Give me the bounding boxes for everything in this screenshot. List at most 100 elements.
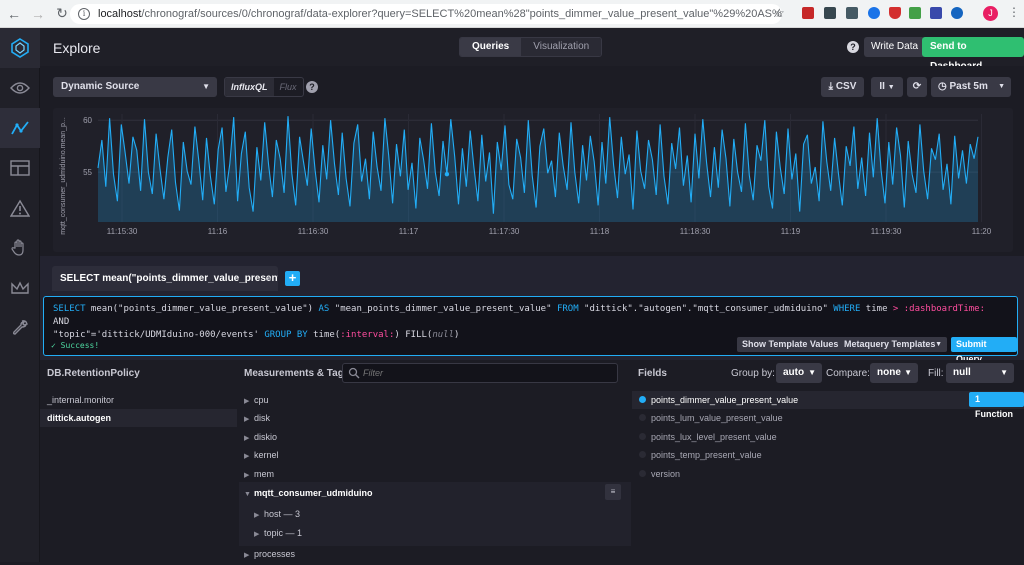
db-item[interactable]: _internal.monitor <box>40 391 237 409</box>
query-template-token: :interval: <box>340 330 395 340</box>
sidebar-item-alerting[interactable] <box>0 188 40 228</box>
measurement-item[interactable]: ▶ diskio <box>244 428 277 446</box>
field-checkbox[interactable] <box>639 396 646 403</box>
extension-icon[interactable] <box>889 7 901 19</box>
help-icon[interactable]: ? <box>847 41 859 53</box>
metaquery-templates-dropdown[interactable]: Metaquery Templates ▼ <box>839 337 947 352</box>
field-item[interactable]: points_temp_present_value <box>638 446 762 464</box>
field-label: points_temp_present_value <box>651 450 762 460</box>
field-label: points_dimmer_value_present_value <box>651 395 799 405</box>
compare-dropdown[interactable]: none ▼ <box>870 363 918 383</box>
extension-icon[interactable] <box>868 7 880 19</box>
reload-icon[interactable]: ↻ <box>52 5 72 22</box>
graph-icon <box>11 121 29 135</box>
extension-icon[interactable] <box>824 7 836 19</box>
address-bar[interactable]: i localhost/chronograf/sources/0/chronog… <box>70 4 782 24</box>
fill-dropdown[interactable]: null ▼ <box>946 363 1014 383</box>
query-token: GROUP BY <box>264 330 308 340</box>
query-editor[interactable]: SELECT mean("points_dimmer_value_present… <box>43 296 1018 364</box>
sidebar <box>0 28 40 562</box>
measurement-options-button[interactable]: ≡ <box>605 484 621 500</box>
close-icon[interactable]: × <box>266 274 271 284</box>
help-icon[interactable]: ? <box>306 81 318 93</box>
y-tick-label: 55 <box>83 168 92 177</box>
sidebar-item-admin[interactable] <box>0 268 40 308</box>
back-icon[interactable]: ← <box>4 6 24 22</box>
measurement-item[interactable]: ▼ mqtt_consumer_udmiduino <box>244 484 373 502</box>
query-tab[interactable]: SELECT mean("points_dimmer_value_present… <box>52 266 278 291</box>
influxql-option[interactable]: InfluxQL <box>225 78 274 96</box>
measurement-item[interactable]: ▶ disk <box>244 409 270 427</box>
field-checkbox[interactable] <box>639 414 646 421</box>
timerange-dropdown[interactable]: ◷ Past 5m ▼ <box>931 77 1011 97</box>
fill-value: null <box>953 367 971 378</box>
sidebar-item-configuration[interactable] <box>0 308 40 348</box>
write-data-button[interactable]: Write Data <box>864 37 926 57</box>
function-button[interactable]: 1 Function <box>969 392 1024 419</box>
query-token: time( <box>307 330 341 340</box>
hover-point <box>444 172 450 177</box>
sidebar-item-logs[interactable] <box>0 228 40 268</box>
measurement-item[interactable]: ▶ processes <box>244 545 295 563</box>
extension-icon[interactable] <box>846 7 858 19</box>
chevron-down-icon: ▼ <box>808 368 816 377</box>
field-item[interactable]: points_lum_value_present_value <box>638 409 783 427</box>
query-template-token: > :dashboardTime: <box>892 304 986 314</box>
field-checkbox[interactable] <box>639 470 646 477</box>
csv-download-button[interactable]: ⤓ CSV <box>821 77 864 97</box>
refresh-button[interactable]: ⟳ <box>907 77 927 97</box>
group-by-label: Group by: <box>731 368 775 379</box>
send-to-dashboard-button[interactable]: Send to Dashboard <box>922 37 1024 72</box>
tag-item[interactable]: ▶ topic — 1 <box>254 524 302 542</box>
measurement-item[interactable]: ▶ cpu <box>244 391 269 409</box>
source-dropdown[interactable]: Dynamic Source ▼ <box>53 77 217 97</box>
tab-queries[interactable]: Queries <box>460 38 522 56</box>
query-token: "dittick"."autogen"."mqtt_consumer_udmid… <box>578 304 834 314</box>
field-item[interactable]: points_dimmer_value_present_value <box>638 391 798 409</box>
y-axis-label: mqtt_consumer_udmiduino.mean_p... <box>60 117 67 235</box>
flux-option[interactable]: Flux <box>274 78 303 96</box>
sidebar-item-explore[interactable] <box>0 108 40 148</box>
sidebar-item-hosts[interactable] <box>0 68 40 108</box>
url-path: /chronograf/sources/0/chronograf/data-ex… <box>141 8 782 20</box>
schema-explorer: DB.RetentionPolicy _internal.monitor dit… <box>40 360 1024 562</box>
submit-query-button[interactable]: Submit Query <box>951 337 1017 364</box>
chevron-down-icon: ▼ <box>1000 368 1008 377</box>
chronograf-logo-icon[interactable] <box>0 28 40 68</box>
source-dropdown-label: Dynamic Source <box>61 81 140 92</box>
tab-visualization[interactable]: Visualization <box>521 38 602 56</box>
query-token: FROM <box>556 304 579 314</box>
extension-icon[interactable] <box>951 7 963 19</box>
browser-menu-icon[interactable]: ⋮ <box>1008 5 1020 19</box>
profile-avatar[interactable]: J <box>983 6 998 21</box>
view-toggle: Queries Visualization <box>459 37 603 57</box>
extension-icon[interactable] <box>909 7 921 19</box>
x-tick-label: 11:18 <box>590 227 610 236</box>
site-info-icon[interactable]: i <box>78 8 90 20</box>
show-template-values-button[interactable]: Show Template Values <box>737 337 844 352</box>
measurement-item[interactable]: ▶ mem <box>244 465 274 483</box>
pause-dropdown[interactable]: II ▼ <box>871 77 903 97</box>
y-tick-label: 60 <box>83 116 92 125</box>
query-token: "mean_points_dimmer_value_present_value" <box>329 304 557 314</box>
db-item[interactable]: dittick.autogen <box>40 409 237 427</box>
tag-item[interactable]: ▶ host — 3 <box>254 505 300 523</box>
caret-down-icon: ▼ <box>244 491 251 498</box>
x-tick-label: 11:20 <box>972 227 992 236</box>
measurement-item[interactable]: ▶ kernel <box>244 446 279 464</box>
add-query-button[interactable]: + <box>285 271 300 286</box>
field-item[interactable]: points_lux_level_present_value <box>638 428 777 446</box>
measurement-filter[interactable] <box>342 363 618 383</box>
x-tick-label: 11:18:30 <box>680 227 711 236</box>
field-item[interactable]: version <box>638 465 680 483</box>
forward-icon[interactable]: → <box>28 6 48 22</box>
field-checkbox[interactable] <box>639 451 646 458</box>
filter-input[interactable] <box>363 366 613 380</box>
group-by-dropdown[interactable]: auto ▼ <box>776 363 822 383</box>
extension-icon[interactable] <box>930 7 942 19</box>
bookmark-star-icon[interactable]: ☆ <box>774 6 785 20</box>
sidebar-item-dashboards[interactable] <box>0 148 40 188</box>
extension-icon[interactable] <box>802 7 814 19</box>
line-graph[interactable]: 60 55 11:15:30 11:16 11:16:30 11:17 11:17:30 11… <box>53 108 1013 252</box>
field-checkbox[interactable] <box>639 433 646 440</box>
